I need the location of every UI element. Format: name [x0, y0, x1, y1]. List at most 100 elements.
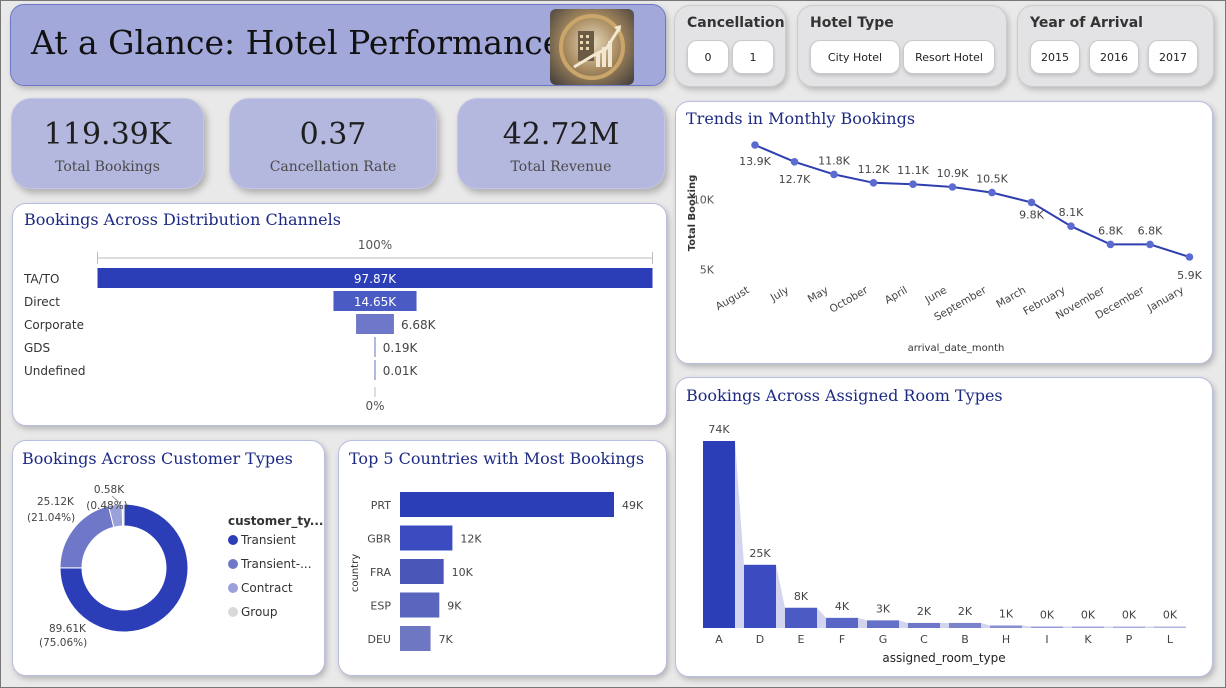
x-tick-label: July	[768, 284, 791, 304]
country-bar	[400, 492, 614, 517]
kpi-total-bookings-label: Total Bookings	[55, 159, 160, 175]
room-bar	[867, 620, 899, 628]
x-tick-label: April	[883, 284, 910, 306]
room-category-label: G	[879, 633, 888, 646]
country-bar	[400, 626, 431, 651]
country-value-label: 7K	[439, 633, 454, 646]
distribution-funnel-chart: 100% TA/TO 97.87K Direct 14.65K Corporate 6.68…	[23, 238, 653, 413]
hotel-type-slicer-title: Hotel Type	[810, 15, 894, 31]
room-value-label: 2K	[917, 605, 932, 618]
room-bar	[949, 622, 981, 628]
line-point	[830, 170, 838, 179]
country-bar	[400, 592, 440, 618]
legend-dot-icon	[228, 535, 238, 545]
y-axis-title: Total Booking	[687, 175, 698, 252]
cancellation-option-1[interactable]: 1	[732, 40, 774, 74]
hotel-logo-icon	[550, 9, 634, 85]
x-tick-label: August	[714, 284, 752, 313]
room-category-label: L	[1167, 633, 1174, 646]
line-data-label: 5.9K	[1177, 269, 1202, 282]
funnel-value-label: 97.87K	[354, 272, 397, 286]
line-point	[909, 180, 917, 188]
room-value-label: 0K	[1081, 609, 1096, 622]
legend-label: Group	[241, 605, 278, 619]
line-data-label: 6.8K	[1098, 224, 1123, 237]
funnel-category-label: GDS	[24, 341, 50, 355]
page-title: At a Glance: Hotel Performance	[31, 23, 563, 62]
donut-label-pct: (75.06%)	[39, 637, 87, 649]
cancellation-option-0[interactable]: 0	[687, 40, 729, 74]
funnel-value-label: 14.65K	[354, 295, 397, 309]
room-category-label: K	[1084, 633, 1092, 646]
legend-item-contract[interactable]: Contract	[228, 581, 293, 595]
donut-label-value: 0.58K	[94, 484, 125, 496]
country-bar	[400, 559, 444, 584]
funnel-value-label: 6.68K	[401, 318, 437, 332]
donut-label-pct: (21.04%)	[27, 512, 75, 524]
room-bar	[1154, 626, 1186, 628]
countries-card: Top 5 Countries with Most Bookings PRT 49…	[338, 440, 667, 676]
country-label: ESP	[370, 600, 391, 613]
x-tick-label: January	[1145, 284, 1186, 315]
line-data-label: 10.5K	[976, 173, 1008, 186]
room-types-card: Bookings Across Assigned Room Types 74K A…	[675, 377, 1213, 677]
country-bar	[400, 525, 453, 551]
room-value-label: 1K	[999, 607, 1014, 620]
kpi-cancellation-rate-value: 0.37	[299, 117, 367, 152]
year-slicer: Year of Arrival 2015 2016 2017	[1017, 5, 1214, 87]
year-option-2017[interactable]: 2017	[1148, 40, 1198, 74]
country-label: GBR	[367, 533, 391, 546]
year-option-2015[interactable]: 2015	[1030, 40, 1080, 74]
customer-legend-title: customer_ty...	[228, 514, 324, 528]
donut-label-value: 25.12K	[37, 496, 75, 508]
country-value-label: 10K	[452, 566, 474, 579]
year-slicer-title: Year of Arrival	[1030, 15, 1143, 31]
line-point	[988, 188, 996, 197]
funnel-value-label: 0.19K	[383, 341, 419, 355]
room-value-label: 2K	[958, 605, 973, 618]
funnel-category-label: Direct	[24, 295, 60, 309]
country-axis-title: country	[350, 554, 361, 592]
room-category-label: P	[1126, 633, 1133, 646]
legend-item-transient[interactable]: Transient	[228, 533, 296, 547]
hotel-type-option-city[interactable]: City Hotel	[810, 40, 900, 74]
cancellation-slicer-title: Cancellation	[687, 15, 785, 31]
legend-item-transient-party[interactable]: Transient-...	[228, 557, 312, 571]
room-value-label: 0K	[1122, 609, 1137, 622]
funnel-category-label: TA/TO	[23, 272, 59, 286]
monthly-line-chart: 10K5KTotal Booking13.9KAugust12.7KJuly11…	[687, 141, 1203, 354]
room-category-label: I	[1045, 633, 1048, 646]
countries-bar-chart: PRT 49K GBR 12K FRA 10K ESP 9K DEU 7K country	[350, 492, 644, 651]
funnel-bar	[356, 314, 394, 334]
room-bar	[744, 564, 776, 628]
room-bar	[1072, 626, 1104, 628]
y-tick-label: 5K	[700, 264, 715, 277]
line-data-label: 11.2K	[858, 163, 890, 176]
legend-item-group[interactable]: Group	[228, 605, 278, 619]
funnel-value-label: 0.01K	[383, 364, 419, 378]
legend-label: Transient	[241, 533, 296, 547]
funnel-top-label: 100%	[358, 238, 392, 252]
room-value-label: 3K	[876, 602, 891, 615]
room-bar	[1031, 626, 1063, 628]
room-category-label: E	[798, 633, 805, 646]
room-bar	[785, 607, 817, 628]
funnel-category-label: Undefined	[24, 364, 86, 378]
room-category-label: H	[1002, 633, 1010, 646]
kpi-total-revenue: 42.72M Total Revenue	[457, 98, 665, 189]
legend-dot-icon	[228, 607, 238, 617]
line-point	[869, 179, 878, 187]
kpi-total-revenue-value: 42.72M	[502, 117, 620, 152]
room-value-label: 74K	[708, 423, 730, 436]
hotel-type-slicer: Hotel Type City Hotel Resort Hotel	[797, 5, 1007, 87]
room-value-label: 25K	[749, 547, 771, 560]
kpi-cancellation-rate-label: Cancellation Rate	[269, 159, 397, 175]
room-types-bar-chart: 74K A 25K D 8K E 4K F 3K G 2K C 2K B 1K H 0K I 0K K 0K P 0K Las…	[703, 423, 1186, 665]
room-category-label: C	[920, 633, 928, 646]
line-point	[1027, 198, 1036, 207]
room-value-label: 4K	[835, 600, 850, 613]
x-tick-label: October	[828, 284, 871, 316]
title-banner: At a Glance: Hotel Performance	[10, 4, 666, 86]
year-option-2016[interactable]: 2016	[1089, 40, 1139, 74]
hotel-type-option-resort[interactable]: Resort Hotel	[903, 40, 995, 74]
